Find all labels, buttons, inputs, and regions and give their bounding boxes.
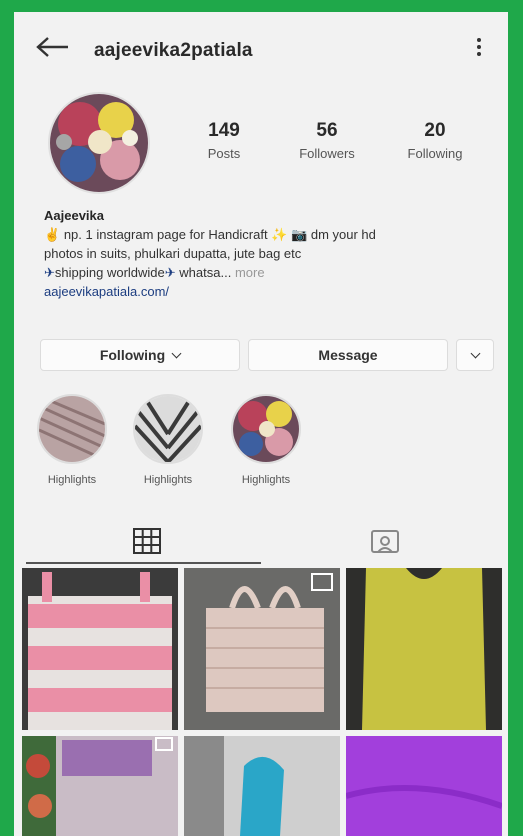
following-button-label: Following bbox=[99, 347, 166, 363]
bio-line-3-text: shipping worldwide bbox=[54, 265, 165, 280]
grid-icon[interactable] bbox=[132, 528, 162, 554]
followers-count-label: Followers bbox=[299, 146, 355, 161]
followers-count-value: 56 bbox=[316, 120, 338, 141]
highlight-cover bbox=[231, 394, 301, 464]
post-thumbnail[interactable] bbox=[184, 736, 340, 836]
following-count[interactable]: 20 Following bbox=[390, 120, 480, 161]
highlight-cover bbox=[37, 394, 107, 464]
highlight-label: Highlights bbox=[143, 474, 193, 486]
following-count-label: Following bbox=[407, 146, 463, 161]
top-bar: aajeevika2patiala bbox=[14, 12, 508, 82]
profile-username: aajeevika2patiala bbox=[94, 40, 253, 61]
airplane-emoji-icon: ✈ bbox=[164, 265, 176, 280]
post-thumbnail[interactable] bbox=[22, 568, 178, 730]
website-link[interactable]: aajeevikapatiala.com/ bbox=[44, 282, 494, 301]
highlight-item[interactable]: Highlights bbox=[34, 394, 110, 486]
profile-tabs bbox=[14, 518, 508, 564]
highlight-item[interactable]: Highlights bbox=[130, 394, 206, 486]
chevron-down-icon bbox=[171, 348, 182, 358]
bio-more-link[interactable]: more bbox=[235, 265, 265, 280]
followers-count[interactable]: 56 Followers bbox=[286, 120, 368, 161]
back-arrow-icon[interactable] bbox=[36, 36, 70, 58]
bio-line-1: ✌ np. 1 instagram page for Handicraft ✨ … bbox=[44, 225, 494, 244]
bio-line-1-text: np. 1 instagram page for Handicraft bbox=[63, 227, 268, 242]
profile-bio: Aajeevika ✌ np. 1 instagram page for Han… bbox=[44, 206, 494, 301]
suggested-accounts-button[interactable] bbox=[456, 339, 494, 371]
posts-count-value: 149 bbox=[208, 120, 240, 141]
message-button-label: Message bbox=[318, 347, 378, 363]
post-thumbnail[interactable] bbox=[22, 736, 178, 836]
chevron-down-icon bbox=[470, 348, 480, 358]
hand-emoji-icon: ✌ bbox=[44, 227, 61, 242]
post-thumbnail[interactable] bbox=[346, 568, 502, 730]
following-button[interactable]: Following bbox=[40, 339, 240, 371]
profile-avatar[interactable] bbox=[48, 92, 150, 194]
airplane-emoji-icon: ✈ bbox=[44, 265, 55, 280]
message-button[interactable]: Message bbox=[248, 339, 448, 371]
camera-emoji-icon: 📷 bbox=[291, 227, 308, 242]
profile-name: Aajeevika bbox=[44, 208, 104, 223]
bio-line-3b-text: whatsa... bbox=[179, 265, 232, 280]
following-count-value: 20 bbox=[424, 120, 446, 141]
posts-count[interactable]: 149 Posts bbox=[194, 120, 254, 161]
bio-line-1b-text: dm your hd bbox=[310, 227, 376, 242]
posts-count-label: Posts bbox=[207, 146, 241, 161]
instagram-profile-screen: aajeevika2patiala 149 Posts 56 Followers… bbox=[14, 12, 508, 836]
highlight-item[interactable]: Highlights bbox=[228, 394, 304, 486]
posts-grid bbox=[22, 568, 502, 836]
post-thumbnail[interactable] bbox=[346, 736, 502, 836]
highlight-cover bbox=[133, 394, 203, 464]
tagged-icon[interactable] bbox=[370, 528, 400, 554]
post-thumbnail[interactable] bbox=[184, 568, 340, 730]
highlight-label: Highlights bbox=[47, 474, 97, 486]
bio-line-3: ✈shipping worldwide✈ whatsa... more bbox=[44, 263, 494, 282]
bio-line-2: photos in suits, phulkari dupatta, jute … bbox=[44, 246, 302, 261]
sparkle-emoji-icon: ✨ bbox=[271, 227, 288, 242]
highlight-label: Highlights bbox=[241, 474, 291, 486]
active-tab-indicator bbox=[26, 562, 261, 564]
more-vertical-icon[interactable] bbox=[472, 38, 486, 62]
